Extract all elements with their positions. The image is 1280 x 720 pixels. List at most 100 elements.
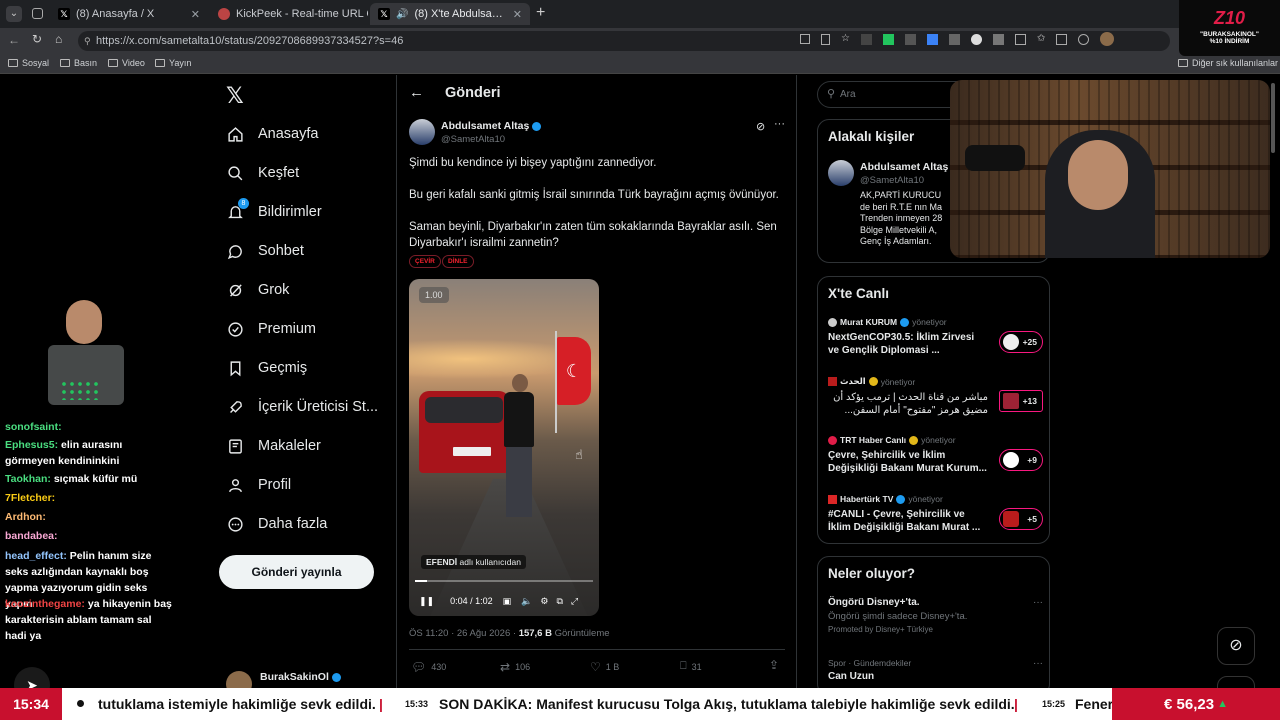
- extension-icon[interactable]: [860, 34, 872, 45]
- speaker-icon[interactable]: 🔊: [396, 9, 408, 20]
- captions-icon[interactable]: ▣: [503, 596, 512, 607]
- repost-button[interactable]: ⇄ 106: [500, 660, 530, 674]
- related-name[interactable]: Abdulsamet Altaş: [860, 161, 948, 173]
- page-scrollbar[interactable]: [1271, 83, 1275, 153]
- more-options-icon[interactable]: ···: [1033, 597, 1043, 608]
- copilot-icon[interactable]: [1078, 34, 1090, 45]
- card-title: Neler oluyor?: [828, 566, 916, 581]
- tab-x-home[interactable]: 𝕏 (8) Anasayfa / X ✕: [50, 3, 208, 25]
- verified-icon: [896, 494, 906, 504]
- bookmark-folder[interactable]: Video: [108, 58, 145, 68]
- messages-floating-button[interactable]: [1217, 676, 1255, 688]
- more-options-icon[interactable]: ···: [1033, 658, 1043, 669]
- extension-green-icon[interactable]: [882, 34, 894, 45]
- collections-icon[interactable]: [1056, 34, 1068, 45]
- tab-kickpeek[interactable]: KickPeek - Real-time URL Crawler ✕: [210, 3, 368, 25]
- live-listeners-badge: +9: [999, 449, 1043, 471]
- nav-explore[interactable]: Keşfet: [226, 164, 299, 182]
- bookmark-folder[interactable]: Basın: [60, 58, 97, 68]
- tab-label: (8) X'te Abdulsamet Altaş: "Şi...: [414, 8, 507, 20]
- nav-notifications[interactable]: 8 Bildirimler: [226, 198, 322, 221]
- reply-button[interactable]: 💬︎ 430: [411, 660, 446, 674]
- nav-chat[interactable]: Sohbet: [226, 242, 304, 260]
- more-options-icon[interactable]: ···: [774, 118, 785, 130]
- site-info-icon[interactable]: ⚲: [84, 31, 91, 51]
- live-item[interactable]: Murat KURUM yönetiyor NextGenCOP30.5: İkl…: [828, 317, 1043, 369]
- trend-item[interactable]: Öngörü Disney+'ta. Öngörü şimdi sadece D…: [828, 597, 1043, 634]
- volume-icon[interactable]: 🔈: [521, 596, 532, 607]
- verified-icon: [532, 121, 542, 131]
- nav-grok[interactable]: Grok: [226, 281, 289, 299]
- video-player[interactable]: ☾ 1.00 EFENDİ adlı kullanıcıdan ❚❚ 0:04 …: [409, 279, 599, 616]
- workspaces-icon[interactable]: [32, 8, 43, 19]
- ticker-scroll: tutuklama istemiyle hakimliğe sevk edild…: [62, 688, 1112, 720]
- favorites-icon[interactable]: ✩: [1037, 34, 1045, 46]
- profile-avatar[interactable]: [1100, 32, 1115, 46]
- share-icon[interactable]: ⇪: [769, 658, 779, 672]
- sidebar-icon[interactable]: [1014, 34, 1026, 45]
- article-icon: [226, 437, 244, 455]
- chat-message: sonofsaint:: [5, 421, 62, 433]
- avatar[interactable]: [828, 160, 854, 186]
- bookmark-button[interactable]: ⎕ 31: [680, 660, 702, 673]
- live-item[interactable]: الحدث yönetiyor مباشر من قناة الحدث | ترم…: [828, 376, 1043, 428]
- video-progress-track[interactable]: [415, 580, 593, 582]
- close-tab-icon[interactable]: ✕: [513, 8, 522, 21]
- account-switcher[interactable]: BurakSakinOl: [226, 671, 386, 688]
- live-item[interactable]: TRT Haber Canlı yönetiyor Çevre, Şehircil…: [828, 435, 1043, 487]
- nav-premium[interactable]: Premium: [226, 320, 316, 338]
- host-avatar: [828, 317, 837, 327]
- picture-in-picture-icon[interactable]: ⧉: [556, 596, 562, 607]
- back-icon[interactable]: ←: [8, 33, 20, 47]
- star-icon[interactable]: ☆: [841, 34, 850, 46]
- settings-icon[interactable]: ⚙: [540, 596, 548, 607]
- reload-icon[interactable]: ↻: [32, 32, 42, 46]
- extension-x-icon[interactable]: [904, 34, 916, 45]
- translate-icon[interactable]: [926, 34, 938, 45]
- news-ticker: 15:34 tutuklama istemiyle hakimliğe sevk…: [0, 688, 1280, 720]
- close-tab-icon[interactable]: ✕: [191, 8, 200, 21]
- grok-floating-button[interactable]: ⊘: [1217, 627, 1255, 665]
- nav-bookmarks[interactable]: Geçmiş: [226, 359, 307, 377]
- trend-item[interactable]: Spor · Gündemdekiler Can Uzun ···: [828, 658, 1043, 682]
- extension-icon[interactable]: [970, 34, 982, 45]
- extensions-icon[interactable]: [992, 34, 1004, 45]
- nav-articles[interactable]: Makaleler: [226, 437, 321, 455]
- tab-current-post[interactable]: 𝕏 🔊 (8) X'te Abdulsamet Altaş: "Şi... ✕: [370, 3, 530, 25]
- nav-creator-studio[interactable]: İçerik Üreticisi St...: [226, 398, 378, 416]
- author-handle[interactable]: @SametAlta10: [441, 134, 505, 145]
- reader-icon[interactable]: [821, 34, 830, 45]
- author-avatar[interactable]: [409, 119, 435, 145]
- fullscreen-icon[interactable]: ⤢: [571, 596, 578, 607]
- promoted-label: Promoted by Disney+ Türkiye: [828, 625, 934, 634]
- ticker-separator: |: [379, 696, 383, 712]
- streamer-cam-avatar: [30, 300, 148, 415]
- home-icon[interactable]: ⌂: [55, 32, 62, 46]
- like-button[interactable]: ♡ 1 B: [590, 660, 619, 674]
- ticker-text: tutuklama istemiyle hakimliğe sevk edild…: [98, 696, 376, 712]
- sponsor-logo: Z10: [1213, 8, 1246, 28]
- up-arrow-icon: ▲: [1217, 698, 1228, 710]
- bookmark-folder[interactable]: Sosyal: [8, 58, 49, 68]
- tab-menu-button[interactable]: ⌄: [6, 6, 22, 22]
- translate-button[interactable]: ÇEVİR: [409, 255, 441, 268]
- bookmark-folder[interactable]: Yayın: [155, 58, 191, 68]
- kickpeek-icon: [218, 8, 230, 20]
- new-tab-button[interactable]: +: [536, 4, 545, 22]
- back-arrow-icon[interactable]: ←: [409, 84, 424, 101]
- x-logo-icon[interactable]: 𝕏: [226, 83, 244, 109]
- playback-speed[interactable]: 1.00: [419, 287, 449, 303]
- split-view-icon[interactable]: [800, 34, 810, 44]
- listen-button[interactable]: DİNLE: [442, 255, 474, 268]
- grok-explain-icon[interactable]: ⊘: [756, 120, 765, 133]
- other-bookmarks[interactable]: Diğer sık kullanılanlar: [1178, 58, 1278, 68]
- post-button[interactable]: Gönderi yayınla: [219, 555, 374, 589]
- nav-profile[interactable]: Profil: [226, 476, 291, 494]
- nav-home[interactable]: Anasayfa: [226, 125, 318, 143]
- extension-s-icon[interactable]: [948, 34, 960, 45]
- card-title: X'te Canlı: [828, 286, 889, 301]
- author-name[interactable]: Abdulsamet Altaş: [441, 120, 542, 132]
- live-item[interactable]: Habertürk TV yönetiyor #CANLI - Çevre, Şe…: [828, 494, 1043, 546]
- pause-icon[interactable]: ❚❚: [419, 596, 434, 607]
- nav-more[interactable]: Daha fazla: [226, 515, 327, 533]
